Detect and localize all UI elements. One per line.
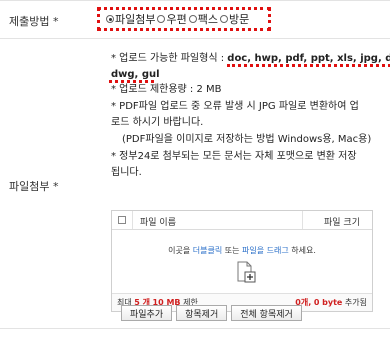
submit-method-label: 제출방법 * <box>9 15 59 28</box>
drop-drag: 파일을 드래그 <box>242 246 289 255</box>
bottom-divider <box>0 328 390 329</box>
option-file-attach[interactable]: 파일첨부 <box>106 11 155 27</box>
add-file-icon <box>237 261 256 283</box>
drop-instructions: 이곳을 더블클릭 또는 파일을 드래그 하세요. <box>112 245 372 256</box>
option-file-attach-label: 파일첨부 <box>115 13 156 26</box>
pdf-save-method[interactable]: (PDF파일을 이미지로 저장하는 방법 Windows용, Mac용) <box>122 132 371 147</box>
drop-prefix: 이곳을 <box>168 246 191 255</box>
pdf-notice-1: * PDF파일 업로드 중 오류 발생 시 JPG 파일로 변환하여 업 <box>111 101 359 112</box>
formats-line-1: * 업로드 가능한 파일형식 : doc, hwp, pdf, ppt, xls… <box>111 51 390 67</box>
formats-list-2: dwg, gul <box>111 69 160 80</box>
formats-prefix: * 업로드 가능한 파일형식 : <box>111 53 225 64</box>
radio-mail[interactable] <box>157 15 166 23</box>
col-filename: 파일 이름 <box>140 218 176 228</box>
formats-list-1: doc, hwp, pdf, ppt, xls, jpg, dwf, <box>227 53 390 67</box>
drop-mid: 또는 <box>224 246 240 255</box>
column-separator <box>302 211 303 229</box>
upload-buttons: 파일추가 항목제거 전체 항목제거 <box>121 305 302 321</box>
radio-file-attach[interactable] <box>106 15 114 23</box>
option-fax[interactable]: 팩스 <box>188 11 218 27</box>
option-mail-label: 우편 <box>166 13 187 26</box>
remove-all-button[interactable]: 전체 항목제거 <box>231 305 302 321</box>
row-divider <box>0 38 390 39</box>
upload-limit: * 업로드 제한용량 : 2 MB <box>111 84 222 95</box>
select-all-checkbox[interactable] <box>118 216 126 224</box>
option-fax-label: 팩스 <box>197 13 218 26</box>
upload-count-info: 0개, 0 byte 추가됨 <box>295 297 367 308</box>
column-separator <box>132 211 133 229</box>
drop-suffix: 하세요. <box>291 246 316 255</box>
upload-table-header: 파일 이름 파일 크기 <box>112 211 372 230</box>
attachment-label: 파일첨부 * <box>9 180 59 193</box>
gov24-notice-1: * 정부24로 첨부되는 모든 문서는 자체 포맷으로 변환 저장 <box>111 151 357 162</box>
drop-dblclick: 더블클릭 <box>192 246 223 255</box>
footer-bytes: 0 byte <box>313 298 343 307</box>
submit-method-options: 파일첨부 우편 팩스 방문 <box>97 7 271 31</box>
option-mail[interactable]: 우편 <box>157 11 187 27</box>
option-visit[interactable]: 방문 <box>219 11 250 27</box>
remove-item-button[interactable]: 항목제거 <box>176 305 228 321</box>
radio-visit[interactable] <box>219 15 228 23</box>
top-divider <box>0 0 390 1</box>
pdf-notice-2: 로드 하시기 바랍니다. <box>111 117 204 128</box>
file-upload-area[interactable]: 파일 이름 파일 크기 이곳을 더블클릭 또는 파일을 드래그 하세요. 최대 … <box>111 210 373 312</box>
col-filesize: 파일 크기 <box>324 218 360 228</box>
gov24-notice-2: 됩니다. <box>111 167 142 178</box>
add-file-button[interactable]: 파일추가 <box>121 305 173 321</box>
option-visit-label: 방문 <box>228 13 250 26</box>
footer-added: 추가됨 <box>344 298 367 307</box>
radio-fax[interactable] <box>188 15 197 23</box>
